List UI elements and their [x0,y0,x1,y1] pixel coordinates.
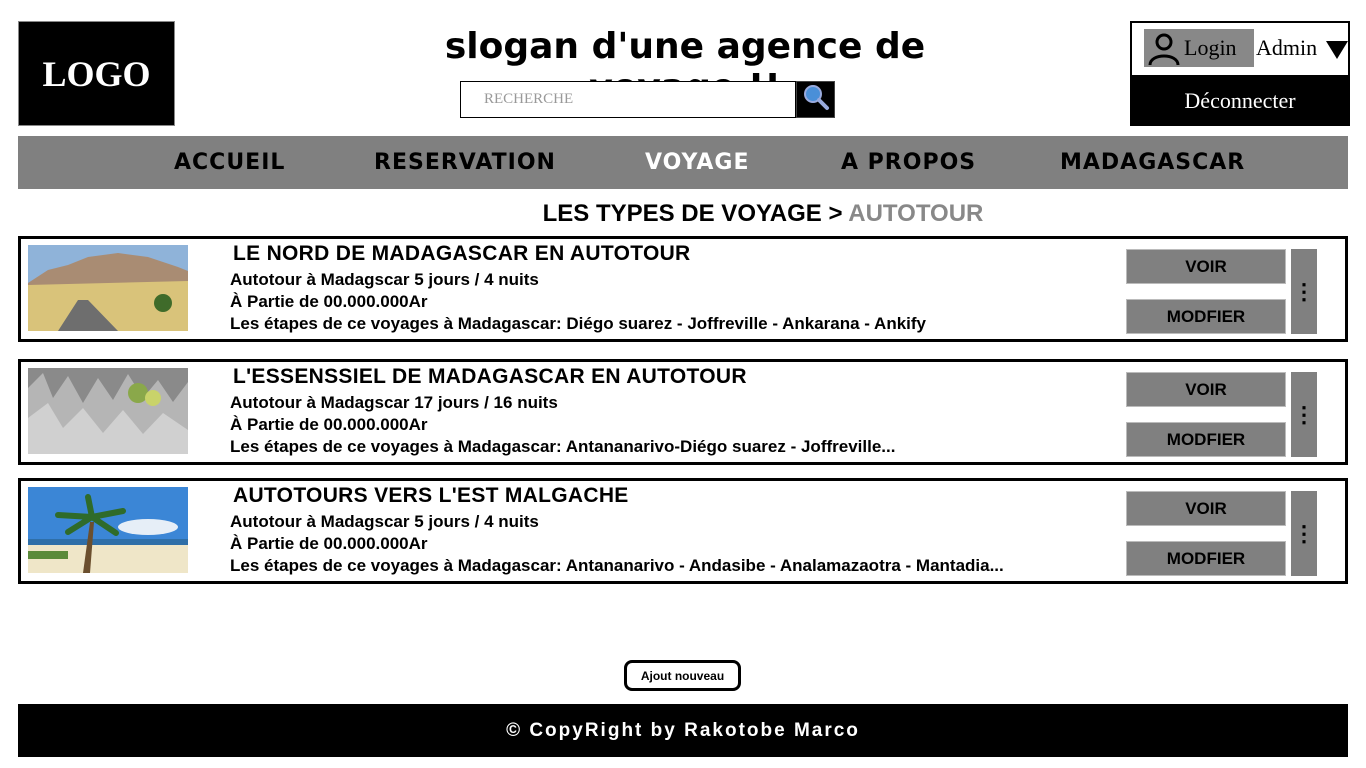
view-button[interactable]: VOIR [1126,372,1286,407]
main-nav: ACCUEIL RESERVATION VOYAGE A PROPOS MADA… [18,136,1348,189]
user-icon [1144,29,1184,67]
tour-stages: Les étapes de ce voyages à Madagascar: A… [230,556,1004,575]
more-options-icon[interactable]: ⋮ [1291,491,1317,576]
nav-item-a-propos[interactable]: A PROPOS [841,150,976,175]
tour-title: L'ESSENSSIEL DE MADAGASCAR EN AUTOTOUR [233,365,747,388]
tour-thumbnail[interactable] [28,245,188,331]
view-button[interactable]: VOIR [1126,491,1286,526]
tour-title: LE NORD DE MADAGASCAR EN AUTOTOUR [233,242,691,265]
tour-duration: Autotour à Madagscar 5 jours / 4 nuits [230,270,539,289]
search-button[interactable] [796,81,835,118]
tour-stages: Les étapes de ce voyages à Madagascar: A… [230,437,896,456]
nav-item-madagascar[interactable]: MADAGASCAR [1060,150,1245,175]
logo[interactable]: LOGO [18,21,175,126]
view-button[interactable]: VOIR [1126,249,1286,284]
add-new-button[interactable]: Ajout nouveau [624,660,741,691]
caret-down-icon[interactable] [1326,41,1348,59]
tour-title: AUTOTOURS VERS L'EST MALGACHE [233,484,629,507]
edit-button[interactable]: MODFIER [1126,541,1286,576]
account-panel: Login Admin Déconnecter [1130,21,1350,126]
tour-thumbnail[interactable] [28,368,188,454]
user-name: Admin [1256,35,1318,60]
footer: © CopyRight by Rakotobe Marco [18,704,1348,757]
tour-card: L'ESSENSSIEL DE MADAGASCAR EN AUTOTOUR A… [18,359,1348,465]
more-options-icon[interactable]: ⋮ [1291,372,1317,457]
breadcrumb-parent[interactable]: LES TYPES DE VOYAGE [543,200,822,227]
more-options-icon[interactable]: ⋮ [1291,249,1317,334]
tour-price: À Partie de 00.000.000Ar [230,415,428,434]
tour-duration: Autotour à Madagscar 5 jours / 4 nuits [230,512,539,531]
login-button[interactable]: Login [1144,29,1254,67]
nav-item-reservation[interactable]: RESERVATION [374,150,556,175]
breadcrumb: LES TYPES DE VOYAGE > AUTOTOUR [0,200,1366,228]
edit-button[interactable]: MODFIER [1126,299,1286,334]
tour-thumbnail[interactable] [28,487,188,573]
tour-card: LE NORD DE MADAGASCAR EN AUTOTOUR Autoto… [18,236,1348,342]
tour-duration: Autotour à Madagscar 17 jours / 16 nuits [230,393,558,412]
tour-card: AUTOTOURS VERS L'EST MALGACHE Autotour à… [18,478,1348,584]
disconnect-button[interactable]: Déconnecter [1132,75,1348,126]
nav-item-voyage[interactable]: VOYAGE [645,150,750,175]
search-input[interactable] [460,81,796,118]
breadcrumb-current: AUTOTOUR [848,200,984,227]
tour-price: À Partie de 00.000.000Ar [230,292,428,311]
breadcrumb-separator: > [828,200,843,227]
edit-button[interactable]: MODFIER [1126,422,1286,457]
tour-stages: Les étapes de ce voyages à Madagascar: D… [230,314,927,333]
nav-item-accueil[interactable]: ACCUEIL [174,150,285,175]
search-icon [802,83,830,116]
copyright-text: © CopyRight by Rakotobe Marco [506,719,860,741]
login-label: Login [1184,35,1237,60]
tour-price: À Partie de 00.000.000Ar [230,534,428,553]
